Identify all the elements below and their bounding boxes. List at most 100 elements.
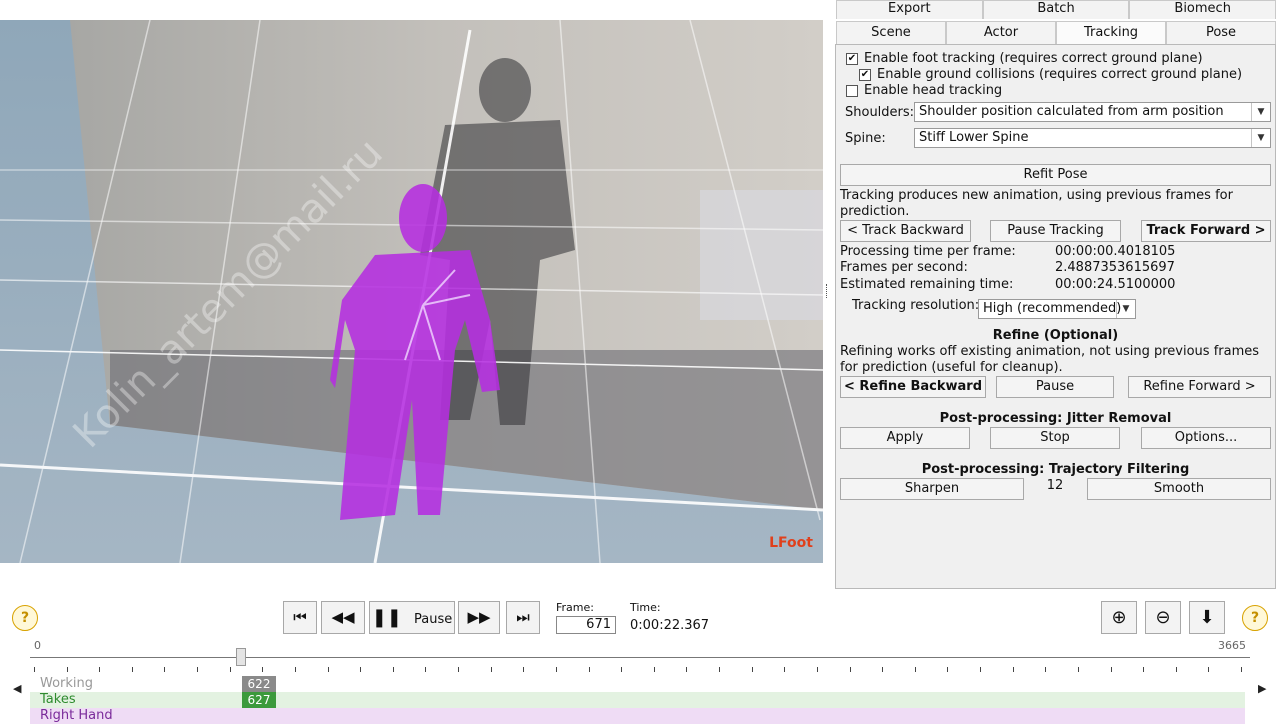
- checkbox-box: ✔: [846, 52, 858, 65]
- timeline-tick: [686, 667, 688, 672]
- time-value: 0:00:22.367: [630, 618, 710, 633]
- zoom-out-button[interactable]: ⊖: [1145, 601, 1181, 634]
- tab-biomech[interactable]: Biomech: [1129, 0, 1277, 19]
- trajectory-title: Post-processing: Trajectory Filtering: [921, 462, 1190, 477]
- tab-actor[interactable]: Actor: [946, 21, 1056, 44]
- ground-collisions-checkbox[interactable]: ✔ Enable ground collisions (requires cor…: [859, 67, 1242, 82]
- 3d-viewport[interactable]: Kolin_artem@mail.ru LFoot: [0, 20, 823, 563]
- fast-forward-button[interactable]: ▶▶: [458, 601, 500, 634]
- refine-forward-button[interactable]: Refine Forward >: [1128, 376, 1271, 398]
- timeline-tick: [653, 667, 655, 672]
- timeline-tick: [262, 667, 264, 672]
- refine-pause-button[interactable]: Pause: [996, 376, 1114, 398]
- track-right-hand[interactable]: Right Hand: [30, 708, 1245, 724]
- timeline-tick: [197, 667, 199, 672]
- track-takes[interactable]: Takes: [30, 692, 1245, 708]
- jitter-options-button[interactable]: Options...: [1141, 427, 1271, 449]
- shoulders-select[interactable]: Shoulder position calculated from arm po…: [914, 102, 1271, 122]
- sharpen-button[interactable]: Sharpen: [840, 478, 1024, 500]
- filter-strength-value[interactable]: 12: [1026, 478, 1084, 493]
- checkbox-box: ✔: [859, 68, 871, 81]
- timeline-tick: [784, 667, 786, 672]
- track-working[interactable]: Working: [30, 676, 1245, 692]
- pause-button[interactable]: ❚❚ Pause: [369, 601, 455, 634]
- scroll-right-icon[interactable]: ▶: [1258, 682, 1266, 695]
- spine-select[interactable]: Stiff Lower Spine ▼: [914, 128, 1271, 148]
- timeline-tick: [360, 667, 362, 672]
- timeline-playhead[interactable]: [236, 648, 247, 666]
- timeline-tick: [588, 667, 590, 672]
- timeline-end: 3665: [1218, 639, 1246, 652]
- jitter-apply-button[interactable]: Apply: [840, 427, 970, 449]
- chevron-down-icon: ▼: [1116, 300, 1135, 318]
- head-tracking-checkbox[interactable]: Enable head tracking: [846, 83, 1002, 98]
- rewind-icon: ◀◀: [331, 608, 355, 626]
- pause-tracking-button[interactable]: Pause Tracking: [990, 220, 1121, 242]
- refit-pose-button[interactable]: Refit Pose: [840, 164, 1271, 186]
- track-backward-button[interactable]: < Track Backward: [840, 220, 971, 242]
- foot-tracking-checkbox[interactable]: ✔ Enable foot tracking (requires correct…: [846, 51, 1203, 66]
- working-marker[interactable]: 622: [242, 676, 276, 692]
- timeline-tick: [1110, 667, 1112, 672]
- timeline-tick: [980, 667, 982, 672]
- skip-start-icon: ⏮: [293, 608, 307, 626]
- shoulders-label: Shoulders:: [845, 105, 915, 120]
- timeline-tick: [947, 667, 949, 672]
- timeline-tick: [882, 667, 884, 672]
- jitter-title: Post-processing: Jitter Removal: [939, 411, 1172, 426]
- tab-scene[interactable]: Scene: [836, 21, 946, 44]
- stat-value: 2.4887353615697: [1055, 260, 1175, 275]
- tab-tracking[interactable]: Tracking: [1056, 21, 1166, 44]
- takes-marker[interactable]: 627: [242, 692, 276, 708]
- rewind-button[interactable]: ◀◀: [321, 601, 365, 634]
- smooth-button[interactable]: Smooth: [1087, 478, 1271, 500]
- timeline-tick: [751, 667, 753, 672]
- zoom-fit-button[interactable]: ⬇: [1189, 601, 1225, 634]
- timeline-ruler: [30, 657, 1250, 658]
- zoom-in-button[interactable]: ⊕: [1101, 601, 1137, 634]
- pause-icon: ❚❚: [371, 607, 402, 628]
- joint-label: LFoot: [769, 535, 813, 551]
- timeline-start: 0: [34, 639, 41, 652]
- skip-end-icon: ⏭: [516, 608, 530, 626]
- tracking-description: Tracking produces new animation, using p…: [840, 188, 1233, 219]
- jitter-stop-button[interactable]: Stop: [990, 427, 1120, 449]
- viewport-scene: Kolin_artem@mail.ru: [0, 20, 823, 563]
- stat-label: Estimated remaining time:: [840, 277, 1014, 292]
- refine-backward-button[interactable]: < Refine Backward: [840, 376, 986, 398]
- timeline-tick: [1241, 667, 1242, 672]
- timeline-tick: [1143, 667, 1145, 672]
- down-arrow-icon: ⬇: [1199, 607, 1215, 628]
- stat-label: Processing time per frame:: [840, 244, 1016, 259]
- timeline-tick: [719, 667, 721, 672]
- zoom-out-icon: ⊖: [1155, 607, 1171, 628]
- tab-pose[interactable]: Pose: [1166, 21, 1276, 44]
- timeline-tick: [1045, 667, 1047, 672]
- tab-export[interactable]: Export: [836, 0, 983, 19]
- timeline-tick: [621, 667, 623, 672]
- tab-batch[interactable]: Batch: [982, 0, 1130, 19]
- skip-to-end-button[interactable]: ⏭: [506, 601, 540, 634]
- timeline-tick: [131, 667, 133, 672]
- checkbox-box: [846, 84, 858, 97]
- timeline-tick: [1175, 667, 1177, 672]
- help-icon[interactable]: ?: [12, 605, 38, 631]
- timeline-tick: [99, 667, 101, 672]
- frame-input[interactable]: 671: [556, 616, 616, 634]
- splitter-handle[interactable]: [826, 284, 830, 298]
- timeline-tick: [327, 667, 329, 672]
- timeline-tick: [1208, 667, 1210, 672]
- resolution-select[interactable]: High (recommended) ▼: [978, 299, 1136, 319]
- timeline-tick: [1012, 667, 1014, 672]
- help-icon[interactable]: ?: [1242, 605, 1268, 631]
- zoom-in-icon: ⊕: [1111, 607, 1127, 628]
- track-forward-button[interactable]: Track Forward >: [1141, 220, 1271, 242]
- spine-label: Spine:: [845, 131, 886, 146]
- refine-title: Refine (Optional): [992, 328, 1119, 343]
- timeline[interactable]: 0 3665 Working Takes Right Hand 622 627: [30, 639, 1250, 724]
- skip-to-start-button[interactable]: ⏮: [283, 601, 317, 634]
- timeline-tick: [229, 667, 231, 672]
- timeline-tick: [849, 667, 851, 672]
- scroll-left-icon[interactable]: ◀: [13, 682, 21, 695]
- timeline-tick: [555, 667, 557, 672]
